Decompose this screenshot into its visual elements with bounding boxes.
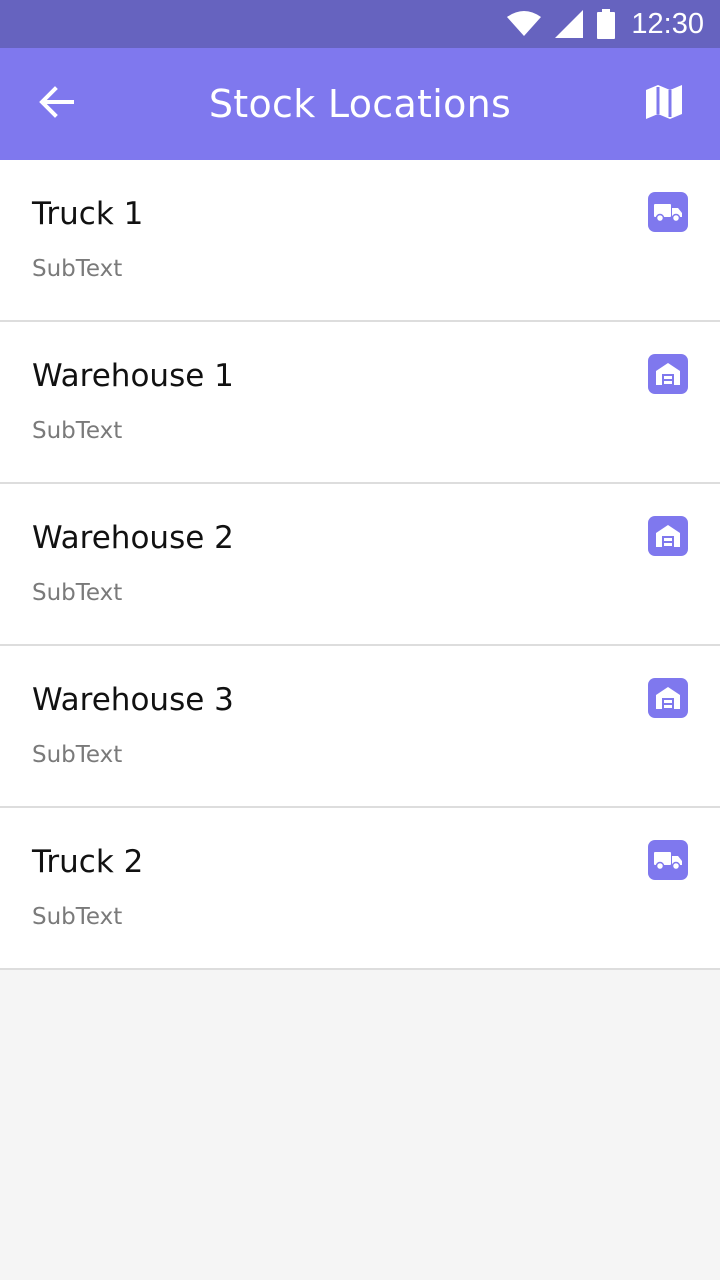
item-title: Warehouse 3 (32, 682, 234, 718)
item-title: Truck 2 (32, 844, 144, 880)
cell-signal-icon (555, 10, 584, 38)
page-title: Stock Locations (208, 82, 512, 126)
item-title: Warehouse 1 (32, 358, 234, 394)
map-button[interactable] (636, 78, 692, 130)
back-button[interactable] (28, 80, 84, 128)
status-bar: 12:30 (0, 0, 720, 48)
truck-icon (648, 840, 688, 880)
item-subtitle: SubText (32, 256, 123, 282)
item-title: Warehouse 2 (32, 520, 234, 556)
item-subtitle: SubText (32, 742, 123, 768)
warehouse-icon (648, 678, 688, 718)
item-subtitle: SubText (32, 418, 123, 444)
list-item[interactable]: Warehouse 3 SubText (0, 646, 720, 808)
item-subtitle: SubText (32, 904, 123, 930)
stock-location-list: Truck 1 SubText Warehouse 1 SubText Ware… (0, 160, 720, 970)
item-subtitle: SubText (32, 580, 123, 606)
item-title: Truck 1 (32, 196, 144, 232)
wifi-icon (507, 11, 542, 37)
map-icon (645, 83, 683, 125)
app-bar: Stock Locations (0, 48, 720, 160)
warehouse-icon (648, 516, 688, 556)
status-icons: 12:30 (507, 0, 704, 48)
list-item[interactable]: Truck 1 SubText (0, 160, 720, 322)
battery-icon (597, 9, 616, 39)
status-time: 12:30 (631, 7, 704, 40)
list-item[interactable]: Truck 2 SubText (0, 808, 720, 970)
warehouse-icon (648, 354, 688, 394)
truck-icon (648, 192, 688, 232)
arrow-left-icon (38, 86, 74, 122)
list-item[interactable]: Warehouse 2 SubText (0, 484, 720, 646)
list-item[interactable]: Warehouse 1 SubText (0, 322, 720, 484)
